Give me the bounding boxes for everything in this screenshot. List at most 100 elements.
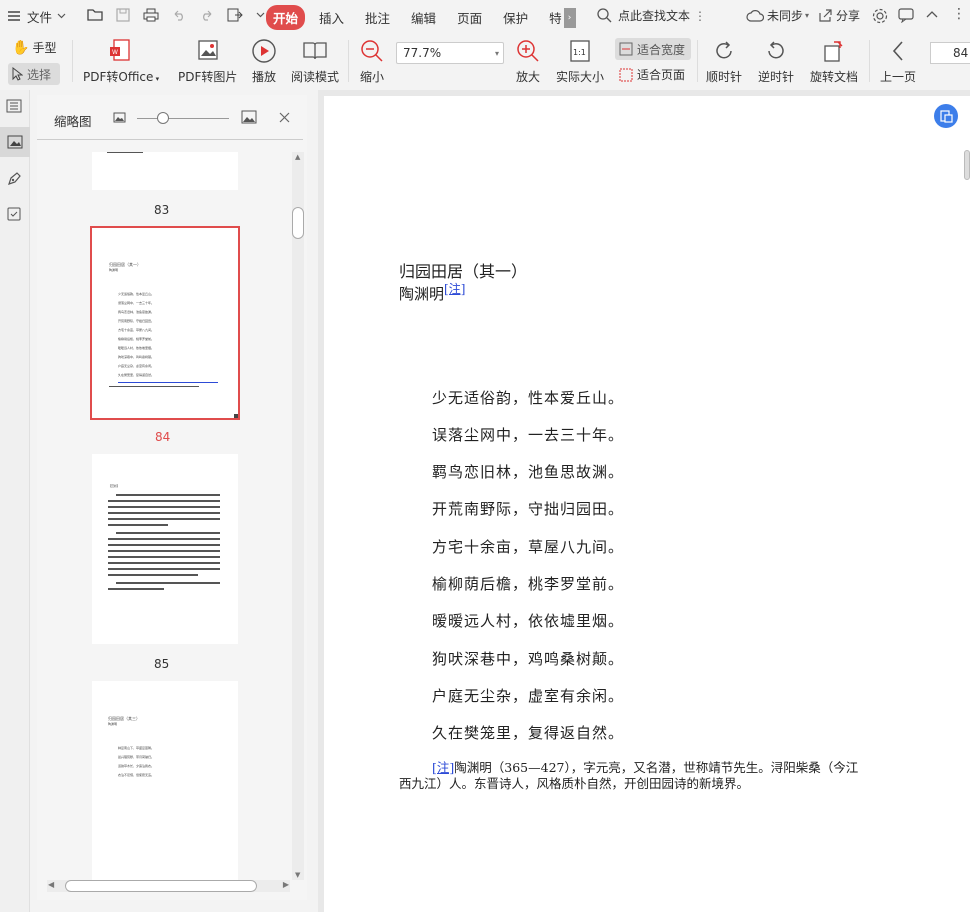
scrollbar-thumb[interactable]	[292, 207, 304, 239]
hand-tool-label: 手型	[32, 41, 57, 55]
sync-status[interactable]: 未同步 ▾	[746, 7, 809, 24]
book-icon	[301, 38, 329, 64]
tab-insert[interactable]: 插入	[319, 8, 344, 27]
export-icon[interactable]	[226, 6, 244, 24]
rotate-document-button[interactable]: 旋转文档	[810, 38, 858, 85]
search-box[interactable]: 点此查找文本 ⋮	[597, 7, 706, 24]
previous-page-button[interactable]: 上一页	[880, 38, 916, 85]
author-note-link[interactable]: [注]	[444, 282, 465, 296]
footnote-marker[interactable]: [注]	[432, 760, 454, 775]
rotate-counterclockwise-icon	[763, 38, 789, 64]
page-number-input[interactable]: 84	[930, 42, 970, 64]
file-menu-label: 文件	[27, 9, 53, 25]
thumbnail-page-86[interactable]: 归园田居（其三） 陶渊明 种豆南山下，草盛豆苗稀。 晨兴理荒秽，带月荷锄归。 道…	[92, 681, 238, 881]
separator	[348, 40, 349, 82]
scroll-down-arrow[interactable]: ▼	[295, 871, 300, 879]
tab-protect[interactable]: 保护	[503, 8, 528, 27]
attachment-icon[interactable]	[6, 206, 22, 222]
cursor-arrow-icon	[12, 67, 23, 81]
save-icon[interactable]	[114, 6, 132, 24]
chevron-down-icon: ▾	[153, 75, 160, 83]
actual-size-button[interactable]: 1:1 实际大小	[556, 38, 604, 85]
hamburger-icon	[6, 8, 22, 24]
pdf-to-office-button[interactable]: W PDF转Office ▾	[83, 38, 159, 85]
menu-bar: 文件 开始 插入 批注 编辑 页面 保护 特 › 点此查找文本 ⋮ 未同步 ▾ …	[0, 0, 970, 32]
poem-author-line: 陶渊明[注]	[399, 280, 465, 304]
redo-icon[interactable]	[198, 6, 216, 24]
zoom-out-button[interactable]: 缩小	[359, 38, 385, 85]
tab-annotate[interactable]: 批注	[365, 8, 390, 27]
thumb86-line: 衣沾不足惜，但使愿无违。	[118, 773, 155, 777]
separator	[72, 40, 73, 82]
zoom-in-button[interactable]: 放大	[515, 38, 541, 85]
footnote: [注]陶渊明（365—427），字元亮，又名潜，世称靖节先生。浔阳柴桑（今江 西…	[399, 760, 889, 792]
footnote-line-1: [注]陶渊明（365—427），字元亮，又名潜，世称靖节先生。浔阳柴桑（今江	[432, 760, 859, 775]
image-small-icon[interactable]	[113, 112, 126, 123]
more-dropdown-icon[interactable]	[254, 6, 266, 24]
open-folder-icon[interactable]	[86, 6, 104, 24]
share-button[interactable]: 分享	[818, 7, 860, 24]
rotate-counterclockwise-button[interactable]: 逆时针	[758, 38, 794, 85]
more-vertical-icon[interactable]: ⋮	[694, 9, 706, 23]
actual-size-label: 实际大小	[556, 70, 605, 84]
tab-page[interactable]: 页面	[457, 8, 482, 27]
share-icon	[818, 8, 833, 23]
thumbnail-page-84[interactable]: 归园田居（其一） 陶渊明 少无适俗韵，性本爱丘山。 误落尘网中，一去三十年。 羁…	[90, 226, 240, 420]
thumb86-line: 道狭草木长，夕露沾我衣。	[118, 764, 155, 768]
document-page[interactable]: 归园田居（其一） 陶渊明[注] 少无适俗韵，性本爱丘山。 误落尘网中，一去三十年…	[324, 96, 970, 912]
print-icon[interactable]	[142, 6, 160, 24]
thumbnail-horizontal-scrollbar[interactable]: ◀ ▶	[47, 880, 290, 892]
share-label: 分享	[836, 9, 861, 23]
gear-icon[interactable]	[872, 8, 888, 24]
thumbnail-panel: 缩略图 83 归园田居（其一） 陶渊明 少无适俗韵，性本爱丘山。 误落尘网中，一…	[37, 95, 307, 900]
fit-page-button[interactable]: 适合页面	[619, 66, 685, 83]
chevron-up-icon[interactable]	[926, 10, 938, 18]
scroll-left-arrow[interactable]: ◀	[48, 880, 54, 889]
rotate-clockwise-label: 顺时针	[706, 70, 743, 84]
pdf-to-image-button[interactable]: PDF转图片	[178, 38, 237, 85]
quick-toolbar	[86, 6, 266, 24]
thumbnail-size-slider[interactable]	[137, 118, 229, 119]
sync-label: 未同步	[767, 9, 804, 23]
play-button[interactable]: 播放	[250, 38, 278, 85]
tabs-scroll-right-button[interactable]: ›	[563, 7, 576, 28]
footnote-line-2: 西九江）人。东晋诗人，风格质朴自然，开创田园诗的新境界。	[399, 776, 750, 791]
file-menu[interactable]: 文件	[6, 0, 66, 32]
image-large-icon[interactable]	[241, 110, 257, 124]
scrollbar-thumb[interactable]	[65, 880, 257, 892]
convert-document-icon	[939, 109, 953, 123]
tab-special[interactable]: 特	[549, 8, 562, 27]
thumbnail-page-83[interactable]	[92, 152, 238, 190]
thumbnail-vertical-scrollbar[interactable]: ▲ ▼	[292, 152, 304, 880]
thumbnail-view-icon[interactable]	[0, 127, 30, 157]
more-vertical-icon[interactable]: ⋮	[952, 6, 966, 22]
read-mode-button[interactable]: 阅读模式	[291, 38, 339, 85]
fit-width-button[interactable]: 适合宽度	[615, 38, 691, 60]
play-icon	[250, 38, 278, 64]
annotation-icon[interactable]	[6, 171, 22, 187]
document-viewer[interactable]: 归园田居（其一） 陶渊明[注] 少无适俗韵，性本爱丘山。 误落尘网中，一去三十年…	[318, 90, 970, 912]
page-number-value: 84	[953, 46, 969, 60]
thumbnail-page-85[interactable]: 【赏析】	[92, 454, 238, 644]
undo-icon[interactable]	[170, 6, 188, 24]
floating-convert-button[interactable]	[934, 104, 958, 128]
viewer-scrollbar-stub[interactable]	[964, 150, 970, 180]
scroll-right-arrow[interactable]: ▶	[283, 880, 289, 889]
cloud-sync-icon	[746, 9, 764, 23]
rotate-clockwise-button[interactable]: 顺时针	[706, 38, 742, 85]
scroll-up-arrow[interactable]: ▲	[295, 153, 300, 161]
tab-start[interactable]: 开始	[266, 5, 306, 30]
hand-tool-button[interactable]: ✋ 手型	[12, 39, 56, 56]
hand-icon: ✋	[12, 39, 30, 56]
select-tool-button[interactable]: 选择	[8, 63, 60, 85]
close-icon[interactable]	[279, 112, 290, 123]
thumb84-line: 暧暧远人村，依依墟里烟。	[118, 346, 155, 350]
zoom-select[interactable]: 77.7% ▾	[396, 42, 504, 64]
slider-handle[interactable]	[157, 112, 169, 124]
message-icon[interactable]	[898, 8, 914, 23]
page-text-line	[108, 538, 220, 540]
pdf-to-image-icon	[194, 38, 222, 64]
poem-line: 开荒南野际，守拙归园田。	[432, 500, 625, 518]
bookmark-list-icon[interactable]	[6, 99, 22, 113]
tab-edit[interactable]: 编辑	[411, 8, 436, 27]
